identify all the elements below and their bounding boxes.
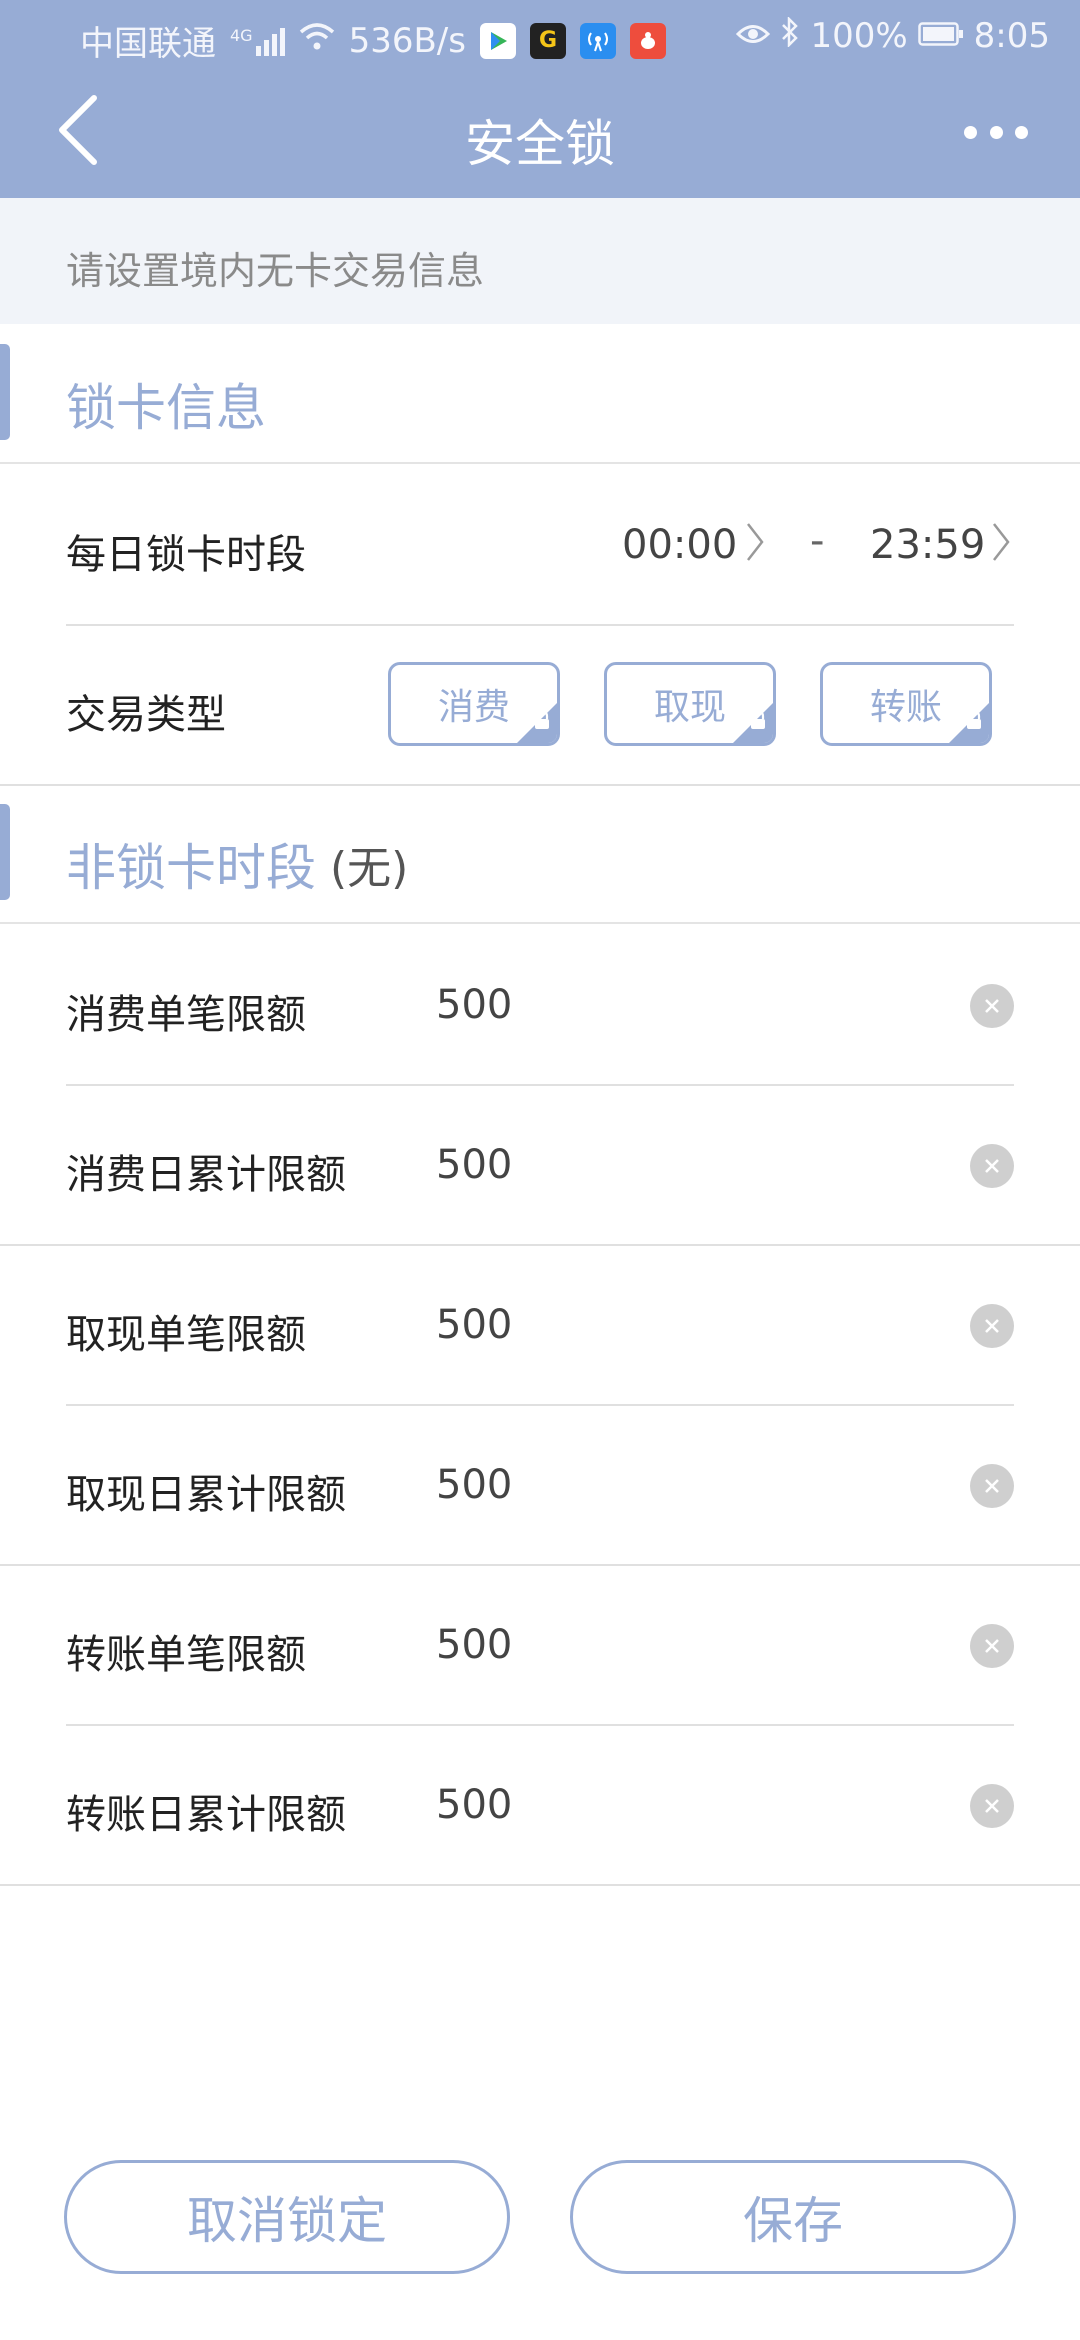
g-app-icon: G	[529, 22, 566, 59]
section-accent-bar	[0, 804, 10, 900]
lock-icon	[749, 698, 767, 739]
close-icon	[985, 1639, 999, 1653]
trade-type-label: 交易类型	[66, 692, 226, 738]
chevron-right-icon[interactable]	[990, 518, 1012, 570]
more-dots-icon	[964, 125, 977, 139]
trade-type-label: 消费	[437, 687, 510, 728]
limit-row: 取现日累计限额 500	[0, 1406, 1080, 1566]
battery-icon	[917, 16, 964, 56]
clear-button[interactable]	[970, 984, 1014, 1028]
limit-row: 消费日累计限额 500	[0, 1086, 1080, 1246]
section-accent-bar	[0, 344, 10, 440]
daily-lock-period-label: 每日锁卡时段	[66, 532, 306, 578]
limit-input[interactable]: 500	[436, 982, 512, 1028]
limit-input[interactable]: 500	[436, 1302, 512, 1348]
clear-button[interactable]	[970, 1144, 1014, 1188]
eye-icon	[736, 16, 771, 56]
network-type: 4G	[230, 25, 253, 45]
more-button[interactable]	[964, 112, 1028, 152]
limit-label: 取现日累计限额	[66, 1472, 346, 1518]
time-separator: -	[810, 518, 825, 564]
close-icon	[985, 999, 999, 1013]
limit-label: 消费单笔限额	[66, 992, 306, 1038]
status-bar: 中国联通 4G 536B/s G 100% 8:05	[0, 0, 1080, 72]
clear-button[interactable]	[970, 1784, 1014, 1828]
limit-input[interactable]: 500	[436, 1142, 512, 1188]
daily-lock-period-row: 每日锁卡时段 00:00 - 23:59	[0, 466, 1080, 626]
page-title: 安全锁	[465, 115, 615, 173]
antenna-app-icon	[579, 22, 616, 59]
close-icon	[985, 1799, 999, 1813]
clear-button[interactable]	[970, 1464, 1014, 1508]
limit-label: 消费日累计限额	[66, 1152, 346, 1198]
nav-bar: 安全锁	[0, 72, 1080, 198]
trade-type-transfer-button[interactable]: 转账	[820, 662, 992, 746]
bluetooth-icon	[780, 15, 800, 56]
header: 中国联通 4G 536B/s G 100% 8:05 安全锁	[0, 0, 1080, 198]
close-icon	[985, 1319, 999, 1333]
hint-text: 请设置境内无卡交易信息	[66, 249, 485, 293]
lock-section-title: 锁卡信息	[66, 379, 266, 437]
clear-button[interactable]	[970, 1624, 1014, 1668]
trade-type-label: 转账	[869, 687, 942, 728]
limit-label: 转账单笔限额	[66, 1632, 306, 1678]
limit-row: 取现单笔限额 500	[0, 1246, 1080, 1406]
status-left: 中国联通 4G 536B/s G	[80, 16, 666, 65]
lock-icon	[533, 698, 551, 739]
clock: 8:05	[973, 16, 1050, 56]
cancel-lock-button[interactable]: 取消锁定	[64, 2160, 510, 2274]
wifi-icon	[299, 21, 335, 61]
close-icon	[985, 1479, 999, 1493]
lock-section-header: 锁卡信息	[0, 326, 1080, 464]
hint-banner: 请设置境内无卡交易信息	[0, 198, 1080, 324]
unlock-section-title: 非锁卡时段	[66, 839, 316, 897]
save-button[interactable]: 保存	[570, 2160, 1016, 2274]
end-time-picker[interactable]: 23:59	[870, 522, 985, 568]
video-app-icon	[479, 22, 516, 59]
chevron-right-icon[interactable]	[744, 518, 766, 570]
limit-input[interactable]: 500	[436, 1782, 512, 1828]
lock-icon	[965, 698, 983, 739]
limit-label: 转账日累计限额	[66, 1792, 346, 1838]
trade-type-withdraw-button[interactable]: 取现	[604, 662, 776, 746]
limit-input[interactable]: 500	[436, 1462, 512, 1508]
close-icon	[985, 1159, 999, 1173]
limit-label: 取现单笔限额	[66, 1312, 306, 1358]
status-right: 100% 8:05	[736, 15, 1050, 56]
unlock-section-header: 非锁卡时段 (无)	[0, 786, 1080, 924]
divider	[0, 1884, 1080, 1886]
trade-type-label: 取现	[653, 687, 726, 728]
limit-row: 消费单笔限额 500	[0, 926, 1080, 1086]
start-time-picker[interactable]: 00:00	[622, 522, 737, 568]
signal-icon: 4G	[230, 26, 285, 56]
limit-input[interactable]: 500	[436, 1622, 512, 1668]
red-app-icon	[629, 22, 666, 59]
unlock-section-suffix: (无)	[330, 843, 409, 894]
limit-row: 转账日累计限额 500	[0, 1726, 1080, 1886]
network-speed: 536B/s	[348, 20, 466, 61]
clear-button[interactable]	[970, 1304, 1014, 1348]
battery-percent: 100%	[810, 16, 908, 56]
carrier-name: 中国联通	[80, 24, 216, 64]
limit-row: 转账单笔限额 500	[0, 1566, 1080, 1726]
trade-type-consume-button[interactable]: 消费	[388, 662, 560, 746]
